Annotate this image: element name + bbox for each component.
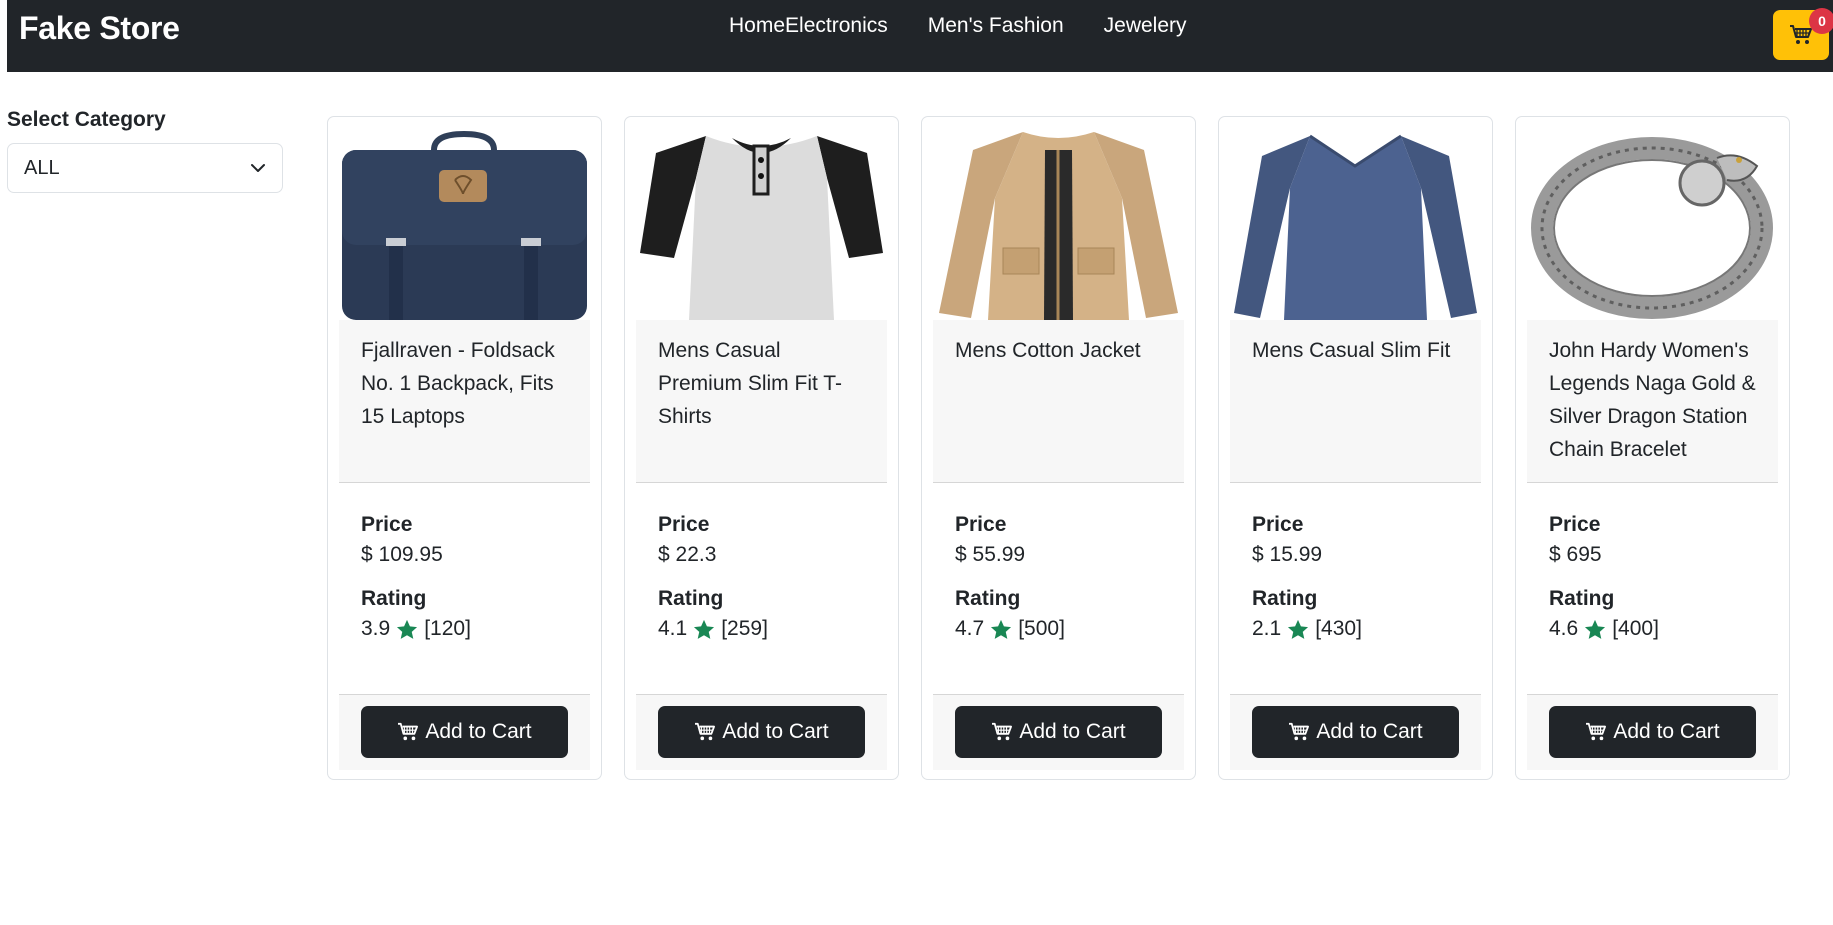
star-icon bbox=[694, 619, 715, 639]
price-label: Price bbox=[658, 513, 710, 536]
card-footer: Add to Cart bbox=[1527, 694, 1778, 770]
category-select[interactable]: ALL bbox=[7, 143, 283, 193]
add-to-cart-button[interactable]: Add to Cart bbox=[658, 706, 865, 758]
add-to-cart-label: Add to Cart bbox=[425, 720, 532, 743]
rating-value: 4.7 bbox=[955, 617, 985, 640]
rating-count: [500] bbox=[1018, 617, 1065, 640]
product-title: Fjallraven - Foldsack No. 1 Backpack, Fi… bbox=[339, 320, 590, 483]
rating-value: 4.1 bbox=[658, 617, 688, 640]
star-icon bbox=[1585, 619, 1606, 639]
product-details: Price $ 15.99 Rating 2.1 [430] bbox=[1252, 510, 1482, 644]
product-details: Price $ 109.95 Rating 3.9 [120] bbox=[361, 510, 591, 644]
cart-count-badge: 0 bbox=[1809, 8, 1833, 34]
cart-icon bbox=[1586, 722, 1607, 741]
nav-link-mens-fashion[interactable]: Men's Fashion bbox=[928, 14, 1064, 38]
nav-link-home[interactable]: Home bbox=[729, 14, 785, 38]
card-footer: Add to Cart bbox=[636, 694, 887, 770]
star-icon bbox=[991, 619, 1012, 639]
price-label: Price bbox=[361, 513, 413, 536]
rating-label: Rating bbox=[361, 587, 427, 610]
card-footer: Add to Cart bbox=[1230, 694, 1481, 770]
price-label: Price bbox=[1549, 513, 1601, 536]
navbar: Fake Store Home Electronics Men's Fashio… bbox=[7, 0, 1833, 72]
product-image-tshirt[interactable] bbox=[636, 128, 887, 320]
product-details: Price $ 55.99 Rating 4.7 [500] bbox=[955, 510, 1185, 644]
cart-icon bbox=[1289, 722, 1310, 741]
add-to-cart-button[interactable]: Add to Cart bbox=[1252, 706, 1459, 758]
price-value: $ 695 bbox=[1549, 543, 1602, 566]
rating-label: Rating bbox=[658, 587, 724, 610]
price-label: Price bbox=[955, 513, 1007, 536]
star-icon bbox=[397, 619, 418, 639]
price-value: $ 15.99 bbox=[1252, 543, 1323, 566]
product-title: Mens Casual Slim Fit bbox=[1230, 320, 1481, 483]
rating-label: Rating bbox=[1549, 587, 1615, 610]
cart-button[interactable]: 0 bbox=[1773, 8, 1833, 60]
product-image-longsleeve[interactable] bbox=[1230, 128, 1481, 320]
rating-count: [400] bbox=[1612, 617, 1659, 640]
rating-label: Rating bbox=[955, 587, 1021, 610]
product-title: Mens Casual Premium Slim Fit T-Shirts bbox=[636, 320, 887, 483]
cart-icon bbox=[992, 722, 1013, 741]
rating-count: [430] bbox=[1315, 617, 1362, 640]
product-image-bracelet[interactable] bbox=[1527, 128, 1778, 320]
add-to-cart-button[interactable]: Add to Cart bbox=[955, 706, 1162, 758]
product-details: Price $ 22.3 Rating 4.1 [259] bbox=[658, 510, 888, 644]
product-card: Fjallraven - Foldsack No. 1 Backpack, Fi… bbox=[327, 116, 602, 780]
cart-icon bbox=[695, 722, 716, 741]
product-card: Mens Cotton Jacket Price $ 55.99 Rating … bbox=[921, 116, 1196, 780]
add-to-cart-button[interactable]: Add to Cart bbox=[361, 706, 568, 758]
card-footer: Add to Cart bbox=[339, 694, 590, 770]
price-value: $ 109.95 bbox=[361, 543, 443, 566]
rating-count: [259] bbox=[721, 617, 768, 640]
category-label: Select Category bbox=[7, 108, 166, 131]
product-title: Mens Cotton Jacket bbox=[933, 320, 1184, 483]
price-value: $ 55.99 bbox=[955, 543, 1026, 566]
add-to-cart-label: Add to Cart bbox=[722, 720, 829, 743]
add-to-cart-label: Add to Cart bbox=[1613, 720, 1720, 743]
product-image-backpack[interactable] bbox=[339, 128, 590, 320]
price-value: $ 22.3 bbox=[658, 543, 717, 566]
add-to-cart-label: Add to Cart bbox=[1019, 720, 1126, 743]
chevron-down-icon bbox=[251, 164, 265, 172]
star-icon bbox=[1288, 619, 1309, 639]
price-label: Price bbox=[1252, 513, 1304, 536]
product-card: John Hardy Women's Legends Naga Gold & S… bbox=[1515, 116, 1790, 780]
product-details: Price $ 695 Rating 4.6 [400] bbox=[1549, 510, 1779, 644]
cart-icon bbox=[1790, 25, 1812, 44]
nav-link-electronics[interactable]: Electronics bbox=[785, 14, 888, 38]
nav-link-jewelery[interactable]: Jewelery bbox=[1104, 14, 1187, 38]
rating-value: 3.9 bbox=[361, 617, 391, 640]
nav-links: Home Electronics Men's Fashion Jewelery bbox=[729, 14, 1187, 38]
add-to-cart-button[interactable]: Add to Cart bbox=[1549, 706, 1756, 758]
cart-icon bbox=[398, 722, 419, 741]
product-image-jacket[interactable] bbox=[933, 128, 1184, 320]
rating-value: 4.6 bbox=[1549, 617, 1579, 640]
add-to-cart-label: Add to Cart bbox=[1316, 720, 1423, 743]
product-title: John Hardy Women's Legends Naga Gold & S… bbox=[1527, 320, 1778, 483]
card-footer: Add to Cart bbox=[933, 694, 1184, 770]
product-card: Mens Casual Premium Slim Fit T-Shirts Pr… bbox=[624, 116, 899, 780]
rating-value: 2.1 bbox=[1252, 617, 1282, 640]
brand-logo[interactable]: Fake Store bbox=[19, 10, 180, 47]
rating-label: Rating bbox=[1252, 587, 1318, 610]
product-card: Mens Casual Slim Fit Price $ 15.99 Ratin… bbox=[1218, 116, 1493, 780]
category-select-value: ALL bbox=[24, 156, 60, 179]
category-sidebar: Select Category ALL bbox=[7, 108, 283, 193]
rating-count: [120] bbox=[424, 617, 471, 640]
